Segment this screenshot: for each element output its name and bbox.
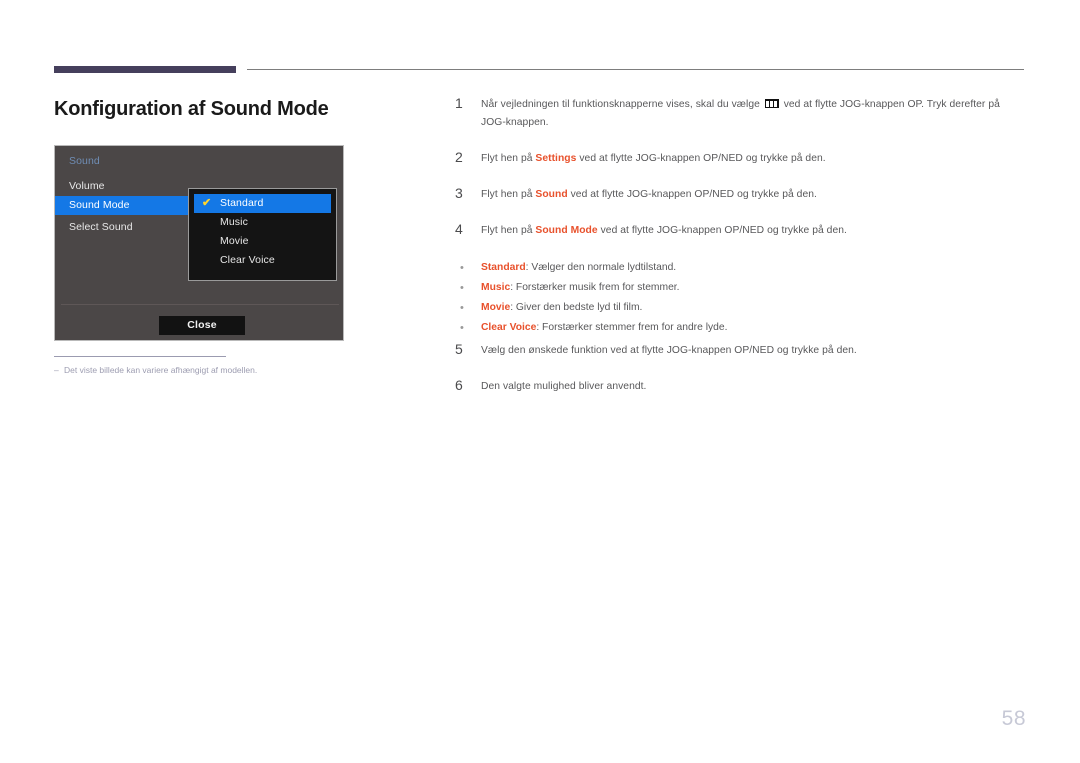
osd-heading: Sound	[69, 155, 100, 167]
list-item: • Standard: Vælger den normale lydtilstan…	[452, 258, 1027, 278]
step-text-pre: Flyt hen på	[481, 225, 536, 236]
instruction-step-3: 3 Flyt hen på Sound ved at flytte JOG-kna…	[452, 185, 1027, 204]
step-number: 5	[455, 341, 463, 357]
step-highlight: Sound	[535, 189, 568, 200]
footnote-text: Det viste billede kan variere afhængigt …	[64, 365, 258, 375]
bullet-text: : Forstærker musik frem for stemmer.	[510, 282, 680, 293]
footnote-rule	[54, 356, 226, 357]
footnote-dash: –	[54, 365, 59, 375]
bullet-highlight: Standard	[481, 262, 526, 273]
step-text-post: ved at flytte JOG-knappen OP/NED og tryk…	[567, 189, 817, 200]
bullet-highlight: Music	[481, 282, 511, 293]
checkmark-icon: ✔	[202, 197, 212, 209]
osd-submenu-sound-mode: ✔ Standard Music Movie Clear Voice	[188, 188, 337, 281]
instruction-step-2: 2 Flyt hen på Settings ved at flytte JOG-…	[452, 149, 1027, 168]
instruction-step-4: 4 Flyt hen på Sound Mode ved at flytte JO…	[452, 221, 1027, 240]
step-text-pre: Når vejledningen til funktionsknapperne …	[481, 99, 763, 110]
menu-glyph-icon	[764, 99, 779, 108]
step-text-pre: Flyt hen på	[481, 153, 536, 164]
osd-close-button[interactable]: Close	[159, 316, 245, 335]
step-text-post: ved at flytte JOG-knappen OP/NED og tryk…	[576, 153, 826, 164]
osd-menu-item-sound-mode[interactable]: Sound Mode	[55, 196, 201, 215]
submenu-item-clear-voice[interactable]: Clear Voice	[194, 251, 331, 270]
submenu-item-label: Music	[220, 216, 248, 228]
footnote: – Det viste billede kan variere afhængigt…	[54, 365, 257, 375]
instruction-step-5: 5 Vælg den ønskede funktion ved at flytte…	[452, 341, 1027, 360]
instruction-step-1: 1 Når vejledningen til funktionsknapperne…	[452, 95, 1027, 132]
step-number: 4	[455, 221, 463, 237]
instruction-list: 1 Når vejledningen til funktionsknapperne…	[452, 95, 1027, 396]
step-highlight: Sound Mode	[535, 225, 598, 236]
list-item: • Movie: Giver den bedste lyd til film.	[452, 298, 1027, 318]
submenu-item-music[interactable]: Music	[194, 213, 331, 232]
osd-divider	[61, 304, 339, 305]
sound-mode-option-list: • Standard: Vælger den normale lydtilstan…	[452, 258, 1027, 338]
step-number: 6	[455, 377, 463, 393]
step-highlight: Settings	[535, 153, 577, 164]
step-text-post: ved at flytte JOG-knappen OP/NED og tryk…	[597, 225, 847, 236]
bullet-text: : Giver den bedste lyd til film.	[510, 302, 643, 313]
submenu-item-label: Clear Voice	[220, 254, 275, 266]
header-accent-bar	[54, 66, 236, 73]
step-text-pre: Vælg den ønskede funktion ved at flytte …	[481, 345, 857, 356]
submenu-item-label: Movie	[220, 235, 249, 247]
step-number: 2	[455, 149, 463, 165]
bullet-dot-icon: •	[460, 262, 464, 274]
submenu-item-standard[interactable]: ✔ Standard	[194, 194, 331, 213]
bullet-highlight: Clear Voice	[481, 322, 537, 333]
step-text-pre: Den valgte mulighed bliver anvendt.	[481, 381, 647, 392]
bullet-dot-icon: •	[460, 302, 464, 314]
bullet-text: : Forstærker stemmer frem for andre lyde…	[536, 322, 728, 333]
osd-menu-item-volume[interactable]: Volume	[55, 177, 201, 196]
step-number: 3	[455, 185, 463, 201]
list-item: • Music: Forstærker musik frem for stemme…	[452, 278, 1027, 298]
bullet-dot-icon: •	[460, 322, 464, 334]
submenu-item-movie[interactable]: Movie	[194, 232, 331, 251]
instruction-step-6: 6 Den valgte mulighed bliver anvendt.	[452, 377, 1027, 396]
header-rule	[247, 69, 1024, 70]
bullet-text: : Vælger den normale lydtilstand.	[525, 262, 677, 273]
submenu-item-label: Standard	[220, 197, 264, 209]
bullet-highlight: Movie	[481, 302, 511, 313]
list-item: • Clear Voice: Forstærker stemmer frem fo…	[452, 318, 1027, 338]
page-title: Konfiguration af Sound Mode	[54, 98, 329, 120]
page-number: 58	[1001, 707, 1026, 730]
bullet-dot-icon: •	[460, 282, 464, 294]
step-number: 1	[455, 95, 463, 111]
osd-menu-item-select-sound[interactable]: Select Sound	[55, 218, 201, 237]
step-text-pre: Flyt hen på	[481, 189, 536, 200]
